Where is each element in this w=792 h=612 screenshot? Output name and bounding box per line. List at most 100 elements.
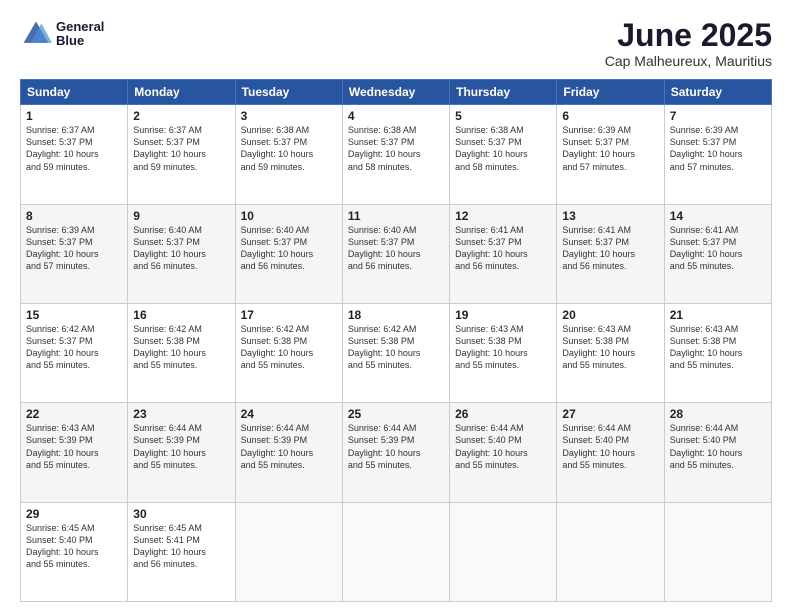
calendar-cell: 6Sunrise: 6:39 AMSunset: 5:37 PMDaylight… [557, 105, 664, 204]
day-number: 14 [670, 209, 766, 223]
logo-icon [20, 18, 52, 50]
logo-line2: Blue [56, 34, 104, 48]
calendar-cell: 1Sunrise: 6:37 AMSunset: 5:37 PMDaylight… [21, 105, 128, 204]
cell-info: Sunrise: 6:44 AMSunset: 5:40 PMDaylight:… [455, 422, 551, 471]
cell-info: Sunrise: 6:38 AMSunset: 5:37 PMDaylight:… [455, 124, 551, 173]
calendar-cell [235, 502, 342, 601]
title-block: June 2025 Cap Malheureux, Mauritius [605, 18, 772, 69]
calendar-cell [664, 502, 771, 601]
day-number: 26 [455, 407, 551, 421]
cell-info: Sunrise: 6:41 AMSunset: 5:37 PMDaylight:… [562, 224, 658, 273]
calendar-week-row: 29Sunrise: 6:45 AMSunset: 5:40 PMDayligh… [21, 502, 772, 601]
cell-info: Sunrise: 6:44 AMSunset: 5:40 PMDaylight:… [562, 422, 658, 471]
calendar-cell: 16Sunrise: 6:42 AMSunset: 5:38 PMDayligh… [128, 303, 235, 402]
cell-info: Sunrise: 6:42 AMSunset: 5:37 PMDaylight:… [26, 323, 122, 372]
logo-text: General Blue [56, 20, 104, 49]
day-number: 19 [455, 308, 551, 322]
weekday-header: Thursday [450, 80, 557, 105]
calendar-cell: 22Sunrise: 6:43 AMSunset: 5:39 PMDayligh… [21, 403, 128, 502]
calendar-cell: 29Sunrise: 6:45 AMSunset: 5:40 PMDayligh… [21, 502, 128, 601]
cell-info: Sunrise: 6:42 AMSunset: 5:38 PMDaylight:… [133, 323, 229, 372]
day-number: 18 [348, 308, 444, 322]
cell-info: Sunrise: 6:45 AMSunset: 5:40 PMDaylight:… [26, 522, 122, 571]
calendar-cell: 4Sunrise: 6:38 AMSunset: 5:37 PMDaylight… [342, 105, 449, 204]
calendar-cell: 12Sunrise: 6:41 AMSunset: 5:37 PMDayligh… [450, 204, 557, 303]
day-number: 13 [562, 209, 658, 223]
logo: General Blue [20, 18, 104, 50]
cell-info: Sunrise: 6:38 AMSunset: 5:37 PMDaylight:… [348, 124, 444, 173]
cell-info: Sunrise: 6:43 AMSunset: 5:38 PMDaylight:… [455, 323, 551, 372]
calendar-cell: 24Sunrise: 6:44 AMSunset: 5:39 PMDayligh… [235, 403, 342, 502]
cell-info: Sunrise: 6:37 AMSunset: 5:37 PMDaylight:… [133, 124, 229, 173]
day-number: 5 [455, 109, 551, 123]
cell-info: Sunrise: 6:40 AMSunset: 5:37 PMDaylight:… [133, 224, 229, 273]
calendar-cell: 30Sunrise: 6:45 AMSunset: 5:41 PMDayligh… [128, 502, 235, 601]
weekday-header: Sunday [21, 80, 128, 105]
cell-info: Sunrise: 6:39 AMSunset: 5:37 PMDaylight:… [670, 124, 766, 173]
cell-info: Sunrise: 6:44 AMSunset: 5:40 PMDaylight:… [670, 422, 766, 471]
calendar-cell: 2Sunrise: 6:37 AMSunset: 5:37 PMDaylight… [128, 105, 235, 204]
calendar-cell: 27Sunrise: 6:44 AMSunset: 5:40 PMDayligh… [557, 403, 664, 502]
weekday-header: Friday [557, 80, 664, 105]
day-number: 11 [348, 209, 444, 223]
calendar-week-row: 22Sunrise: 6:43 AMSunset: 5:39 PMDayligh… [21, 403, 772, 502]
calendar-cell: 18Sunrise: 6:42 AMSunset: 5:38 PMDayligh… [342, 303, 449, 402]
day-number: 20 [562, 308, 658, 322]
cell-info: Sunrise: 6:39 AMSunset: 5:37 PMDaylight:… [562, 124, 658, 173]
calendar-cell [342, 502, 449, 601]
logo-line1: General [56, 20, 104, 34]
cell-info: Sunrise: 6:42 AMSunset: 5:38 PMDaylight:… [348, 323, 444, 372]
cell-info: Sunrise: 6:41 AMSunset: 5:37 PMDaylight:… [455, 224, 551, 273]
calendar-cell: 21Sunrise: 6:43 AMSunset: 5:38 PMDayligh… [664, 303, 771, 402]
calendar-week-row: 15Sunrise: 6:42 AMSunset: 5:37 PMDayligh… [21, 303, 772, 402]
day-number: 21 [670, 308, 766, 322]
day-number: 4 [348, 109, 444, 123]
cell-info: Sunrise: 6:44 AMSunset: 5:39 PMDaylight:… [241, 422, 337, 471]
calendar-cell: 9Sunrise: 6:40 AMSunset: 5:37 PMDaylight… [128, 204, 235, 303]
cell-info: Sunrise: 6:43 AMSunset: 5:38 PMDaylight:… [562, 323, 658, 372]
calendar-cell: 3Sunrise: 6:38 AMSunset: 5:37 PMDaylight… [235, 105, 342, 204]
cell-info: Sunrise: 6:41 AMSunset: 5:37 PMDaylight:… [670, 224, 766, 273]
weekday-header: Saturday [664, 80, 771, 105]
cell-info: Sunrise: 6:43 AMSunset: 5:38 PMDaylight:… [670, 323, 766, 372]
page: General Blue June 2025 Cap Malheureux, M… [0, 0, 792, 612]
calendar-cell: 8Sunrise: 6:39 AMSunset: 5:37 PMDaylight… [21, 204, 128, 303]
day-number: 16 [133, 308, 229, 322]
day-number: 30 [133, 507, 229, 521]
day-number: 3 [241, 109, 337, 123]
cell-info: Sunrise: 6:43 AMSunset: 5:39 PMDaylight:… [26, 422, 122, 471]
calendar-cell: 14Sunrise: 6:41 AMSunset: 5:37 PMDayligh… [664, 204, 771, 303]
day-number: 24 [241, 407, 337, 421]
day-number: 29 [26, 507, 122, 521]
month-title: June 2025 [605, 18, 772, 53]
weekday-header: Monday [128, 80, 235, 105]
calendar-cell [450, 502, 557, 601]
calendar-week-row: 8Sunrise: 6:39 AMSunset: 5:37 PMDaylight… [21, 204, 772, 303]
calendar-cell: 13Sunrise: 6:41 AMSunset: 5:37 PMDayligh… [557, 204, 664, 303]
cell-info: Sunrise: 6:40 AMSunset: 5:37 PMDaylight:… [348, 224, 444, 273]
cell-info: Sunrise: 6:44 AMSunset: 5:39 PMDaylight:… [133, 422, 229, 471]
calendar-week-row: 1Sunrise: 6:37 AMSunset: 5:37 PMDaylight… [21, 105, 772, 204]
calendar-cell [557, 502, 664, 601]
calendar-cell: 28Sunrise: 6:44 AMSunset: 5:40 PMDayligh… [664, 403, 771, 502]
calendar-cell: 19Sunrise: 6:43 AMSunset: 5:38 PMDayligh… [450, 303, 557, 402]
cell-info: Sunrise: 6:39 AMSunset: 5:37 PMDaylight:… [26, 224, 122, 273]
day-number: 9 [133, 209, 229, 223]
calendar-header-row: SundayMondayTuesdayWednesdayThursdayFrid… [21, 80, 772, 105]
calendar-cell: 5Sunrise: 6:38 AMSunset: 5:37 PMDaylight… [450, 105, 557, 204]
day-number: 12 [455, 209, 551, 223]
day-number: 2 [133, 109, 229, 123]
calendar-cell: 17Sunrise: 6:42 AMSunset: 5:38 PMDayligh… [235, 303, 342, 402]
weekday-header: Tuesday [235, 80, 342, 105]
weekday-header: Wednesday [342, 80, 449, 105]
calendar: SundayMondayTuesdayWednesdayThursdayFrid… [20, 79, 772, 602]
calendar-cell: 10Sunrise: 6:40 AMSunset: 5:37 PMDayligh… [235, 204, 342, 303]
day-number: 23 [133, 407, 229, 421]
cell-info: Sunrise: 6:38 AMSunset: 5:37 PMDaylight:… [241, 124, 337, 173]
day-number: 6 [562, 109, 658, 123]
day-number: 17 [241, 308, 337, 322]
day-number: 27 [562, 407, 658, 421]
calendar-cell: 20Sunrise: 6:43 AMSunset: 5:38 PMDayligh… [557, 303, 664, 402]
day-number: 7 [670, 109, 766, 123]
day-number: 28 [670, 407, 766, 421]
